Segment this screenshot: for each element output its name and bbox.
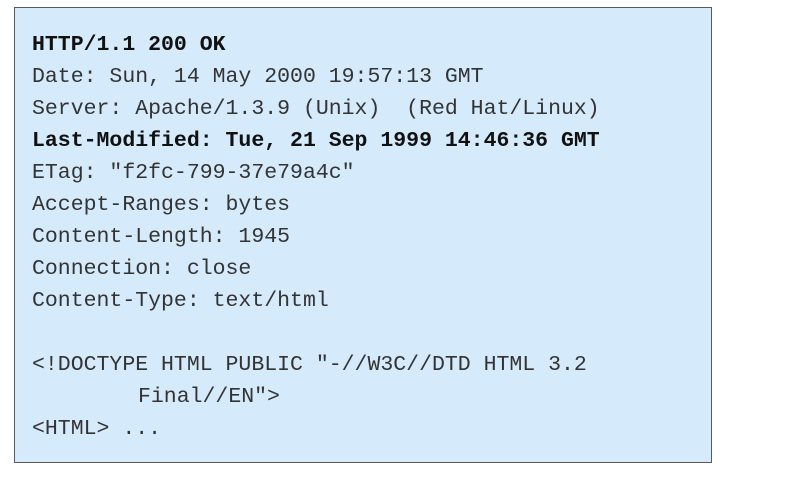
header-etag: ETag: "f2fc-799-37e79a4c" [32,161,355,185]
header-server: Server: Apache/1.3.9 (Unix) (Red Hat/Lin… [32,97,600,121]
body-doctype-line: <!DOCTYPE HTML PUBLIC "-//W3C//DTD HTML … [32,353,587,377]
header-date: Date: Sun, 14 May 2000 19:57:13 GMT [32,65,484,89]
http-response-box: HTTP/1.1 200 OK Date: Sun, 14 May 2000 1… [14,7,712,463]
status-line: HTTP/1.1 200 OK [32,33,226,57]
header-content-length: Content-Length: 1945 [32,225,291,249]
http-response-text: HTTP/1.1 200 OK Date: Sun, 14 May 2000 1… [32,29,600,445]
header-content-type: Content-Type: text/html [32,289,329,313]
header-last-modified: Last-Modified: Tue, 21 Sep 1999 14:46:36… [32,129,600,153]
body-html-line: <HTML> ... [32,417,162,441]
body-doctype-continuation: Final//EN"> [138,385,280,409]
header-connection: Connection: close [32,257,252,281]
header-accept-ranges: Accept-Ranges: bytes [32,193,291,217]
blank-separator [32,317,600,349]
